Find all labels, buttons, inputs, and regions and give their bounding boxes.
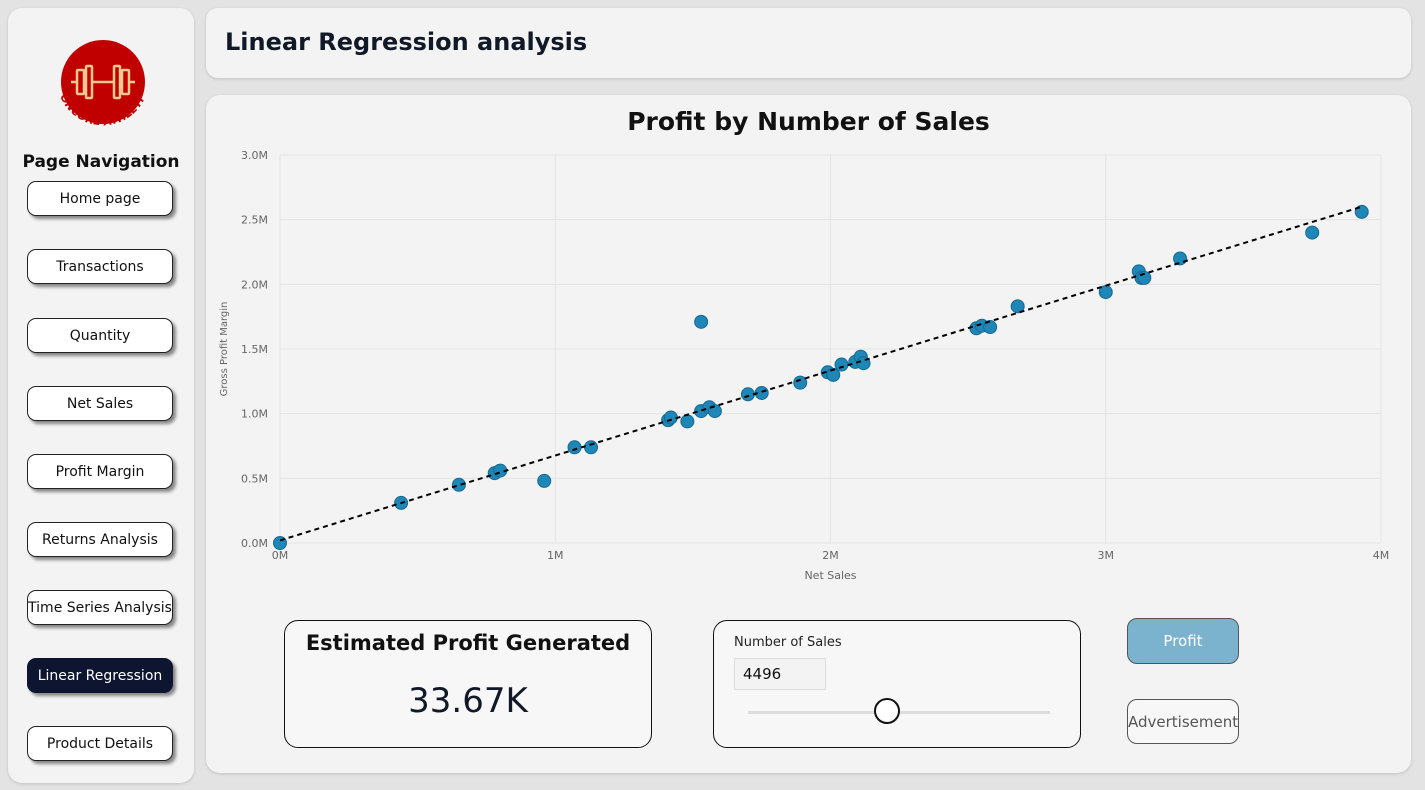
data-point [584,440,599,455]
y-tick-label: 0.0M [241,537,268,550]
data-point [694,314,709,329]
number-of-sales-parameter: Number of Sales [713,620,1081,748]
sidebar: IRONCORE ATHLETICS Page Navigation Home … [8,8,194,783]
estimated-profit-card: Estimated Profit Generated 33.67K [284,620,652,748]
trend-line [279,205,1363,542]
scatter-chart: 0.0M 0.5M 1.0M 1.5M 2.0M 2.5M 3.0M 0M 1M 2M 3M 4M Ne… [219,149,1390,582]
nav-quantity[interactable]: Quantity [27,318,173,353]
estimated-profit-value: 33.67K [408,681,528,721]
data-point [1305,225,1320,240]
page-header: Linear Regression analysis [206,8,1411,78]
y-tick-label: 0.5M [241,472,268,485]
y-tick-label: 3.0M [241,149,268,162]
y-tick-label: 1.5M [241,343,268,356]
y-tick-label: 2.0M [241,278,268,291]
data-point [680,414,695,429]
data-point [834,357,849,372]
nav-time-series-analysis[interactable]: Time Series Analysis [27,590,173,625]
x-tick-label: 1M [547,549,564,562]
ironcore-athletics-logo: IRONCORE ATHLETICS [53,38,147,128]
nav-returns-analysis[interactable]: Returns Analysis [27,522,173,557]
y-tick-label: 1.0M [241,408,268,421]
estimated-profit-title: Estimated Profit Generated [305,631,631,655]
nav-profit-margin[interactable]: Profit Margin [27,454,173,489]
number-of-sales-slider-thumb[interactable] [873,698,900,724]
page-title: Linear Regression analysis [225,28,588,56]
nav-product-details[interactable]: Product Details [27,726,173,761]
nav-home-page[interactable]: Home page [27,181,173,216]
nav-net-sales[interactable]: Net Sales [27,386,173,421]
x-tick-label: 4M [1373,549,1390,562]
data-point [537,473,552,488]
data-point [707,404,722,419]
data-point [567,440,582,455]
x-tick-label: 3M [1098,549,1115,562]
x-tick-label: 0M [272,549,289,562]
y-tick-label: 2.5M [241,214,268,227]
advertisement-button[interactable]: Advertisement [1127,699,1239,744]
x-tick-label: 2M [822,549,839,562]
number-of-sales-label: Number of Sales [734,635,842,650]
nav-linear-regression[interactable]: Linear Regression [27,658,173,693]
profit-button[interactable]: Profit [1127,618,1239,664]
page-navigation-title: Page Navigation [22,152,180,172]
y-axis-title: Gross Profit Margin [219,302,230,397]
data-point [740,387,755,402]
chart-title: Profit by Number of Sales [627,107,990,136]
number-of-sales-input[interactable] [734,658,826,690]
data-point [1173,251,1188,266]
x-axis-title: Net Sales [804,569,856,582]
nav-transactions[interactable]: Transactions [27,249,173,284]
